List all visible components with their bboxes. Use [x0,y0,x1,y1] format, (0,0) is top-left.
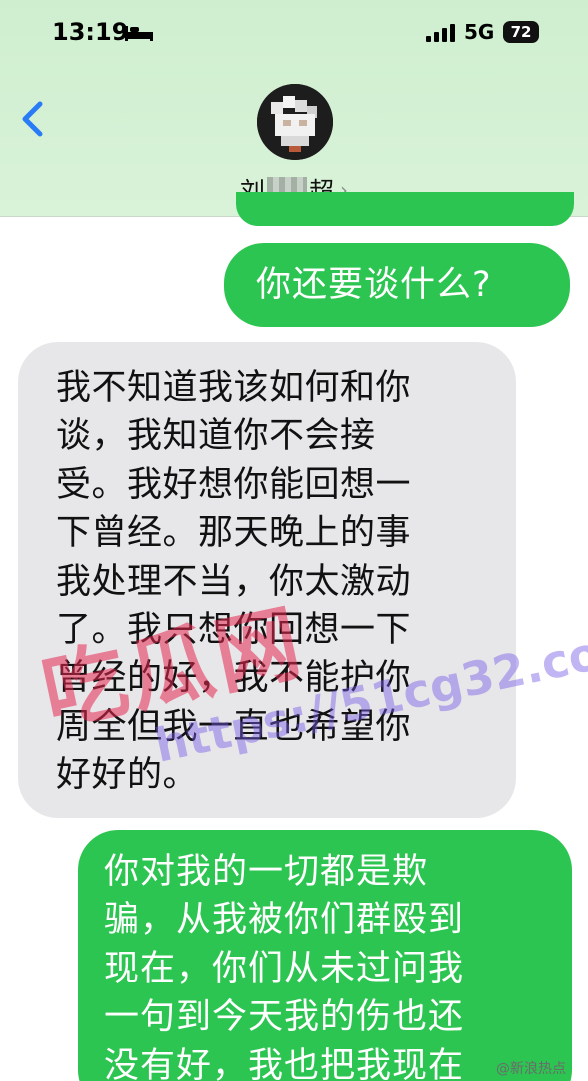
source-credit: @新浪热点 [496,1061,566,1077]
messages-screen: 13:19 5G 72 › 你还要谈什么? 我不知道我该如何和你 谈，我知道你不… [0,0,588,1081]
message-text: 你还要谈什么? [256,265,492,305]
previous-message-bubble[interactable] [236,192,574,226]
chevron-left-icon [22,101,43,137]
bed-icon [124,24,154,46]
message-bubble-sent[interactable]: 你还要谈什么? [224,243,570,327]
message-text: 你对我的一切都是欺 骗，从我被你们群殴到 现在，你们从未过问我 一句到今天我的伤… [104,852,465,1081]
status-time: 13:19 [52,18,129,46]
message-bubble-received[interactable]: 我不知道我该如何和你 谈，我知道你不会接 受。我好想你能回想一 下曾经。那天晚上… [18,342,516,818]
status-bar: 13:19 5G 72 [0,0,588,64]
network-type: 5G [464,20,495,44]
message-text: 我不知道我该如何和你 谈，我知道你不会接 受。我好想你能回想一 下曾经。那天晚上… [56,368,412,796]
contact-avatar[interactable] [257,84,333,160]
back-button[interactable] [14,96,54,142]
avatar-image [257,84,333,160]
battery-level: 72 [510,23,532,41]
message-bubble-sent[interactable]: 你对我的一切都是欺 骗，从我被你们群殴到 现在，你们从未过问我 一句到今天我的伤… [78,830,572,1081]
battery-indicator: 72 [503,21,539,43]
signal-icon [426,24,456,46]
